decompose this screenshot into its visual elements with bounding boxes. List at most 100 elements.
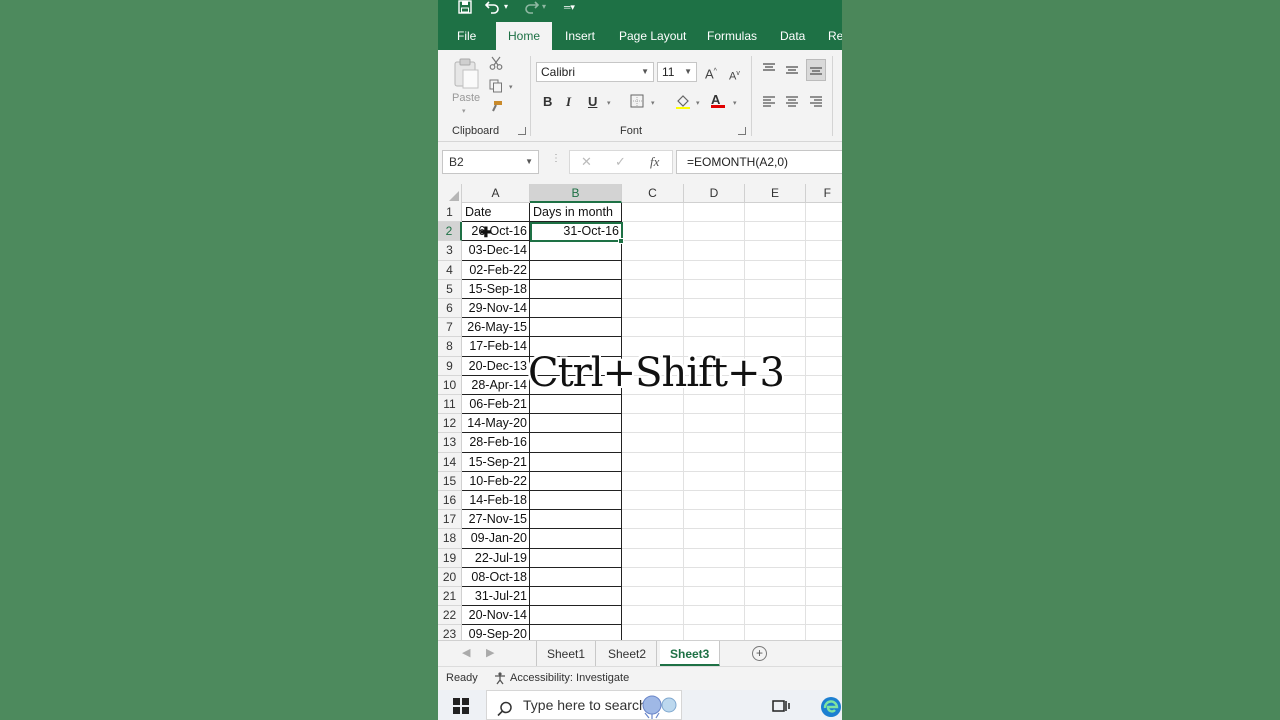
windows-start-icon[interactable] [453,698,469,719]
font-color-icon[interactable]: A [711,93,725,108]
tab-formulas[interactable]: Formulas [707,22,757,50]
empty-cell[interactable] [622,548,684,568]
cell-date[interactable]: 20-Nov-14 [462,606,530,626]
cell-days-in-month[interactable] [530,395,622,415]
cell-date[interactable]: 02-Feb-22 [462,260,530,280]
empty-cell[interactable] [684,318,745,338]
empty-cell[interactable] [622,395,684,415]
empty-cell[interactable] [806,568,842,587]
worksheet-grid[interactable]: A B C D E F 1 Date Days in month 2 26-Oct-16… [438,184,842,640]
column-header-e[interactable]: E [745,184,806,203]
empty-cell[interactable] [684,241,745,261]
empty-cell[interactable] [684,260,745,280]
align-middle-icon[interactable] [785,64,799,79]
search-highlight-icon[interactable] [639,693,679,720]
empty-cell[interactable] [622,433,684,453]
empty-cell[interactable] [745,625,806,640]
empty-cell[interactable] [684,529,745,549]
empty-cell[interactable] [745,452,806,472]
cell-days-in-month[interactable] [530,491,622,511]
empty-cell[interactable] [745,529,806,549]
column-header-d[interactable]: D [684,184,745,203]
bold-button[interactable]: B [543,94,552,109]
formula-bar-handle-icon[interactable]: ⋮ [551,153,561,164]
align-center-icon[interactable] [785,95,799,110]
taskbar-search-box[interactable]: Type here to search [486,690,682,720]
empty-cell[interactable] [622,203,684,223]
empty-cell[interactable] [806,280,842,299]
empty-cell[interactable] [806,625,842,640]
empty-cell[interactable] [745,222,806,242]
format-painter-icon[interactable] [489,100,503,117]
font-launcher-icon[interactable] [738,127,746,135]
row-header[interactable]: 16 [438,491,462,511]
empty-cell[interactable] [622,529,684,549]
edge-browser-icon[interactable] [820,696,842,720]
row-header[interactable]: 19 [438,548,462,568]
empty-cell[interactable] [806,376,842,395]
cell-days-in-month[interactable] [530,260,622,280]
empty-cell[interactable] [806,357,842,376]
align-top-icon[interactable] [762,62,776,77]
accessibility-status[interactable]: Accessibility: Investigate [510,672,629,684]
empty-cell[interactable] [684,606,745,626]
tab-insert[interactable]: Insert [565,22,595,50]
increase-font-size-icon[interactable]: A^ [705,65,717,81]
empty-cell[interactable] [806,261,842,280]
sheet-tab-sheet3[interactable]: Sheet3 [660,641,721,667]
enter-icon[interactable]: ✓ [615,154,626,170]
empty-cell[interactable] [806,606,842,626]
empty-cell[interactable] [684,625,745,640]
empty-cell[interactable] [684,510,745,530]
row-header[interactable]: 21 [438,587,462,607]
cell-date[interactable]: 08-Oct-18 [462,567,530,587]
cell-days-in-month[interactable] [530,414,622,434]
row-header[interactable]: 10 [438,375,462,395]
fill-color-icon[interactable] [675,93,691,112]
tab-page-layout[interactable]: Page Layout [619,22,686,50]
underline-button[interactable]: U [588,94,597,109]
empty-cell[interactable] [622,241,684,261]
cell-days-in-month[interactable] [530,548,622,568]
empty-cell[interactable] [622,567,684,587]
empty-cell[interactable] [745,433,806,453]
cell-date[interactable]: 09-Jan-20 [462,529,530,549]
cell-days-in-month[interactable] [530,471,622,491]
font-color-dropdown-icon[interactable]: ▾ [733,97,737,111]
empty-cell[interactable] [745,548,806,568]
empty-cell[interactable] [622,606,684,626]
empty-cell[interactable] [745,510,806,530]
sheet-tab-sheet2[interactable]: Sheet2 [598,641,658,667]
empty-cell[interactable] [684,222,745,242]
add-sheet-icon[interactable]: + [752,646,767,661]
empty-cell[interactable] [684,471,745,491]
cell-days-in-month[interactable]: 31-Oct-16 [530,222,622,242]
scroll-left-icon[interactable]: ◀ [462,646,470,659]
empty-cell[interactable] [806,549,842,568]
sheet-tab-sheet1[interactable]: Sheet1 [536,641,597,667]
row-header[interactable]: 9 [438,356,462,376]
tab-file[interactable]: File [457,22,476,50]
row-header[interactable]: 6 [438,299,462,319]
row-header[interactable]: 11 [438,395,462,415]
borders-dropdown-icon[interactable]: ▾ [651,97,655,111]
empty-cell[interactable] [745,395,806,415]
align-left-icon[interactable] [762,95,776,110]
empty-cell[interactable] [622,299,684,319]
empty-cell[interactable] [806,587,842,607]
customize-toolbar-icon[interactable]: ═▾ [564,0,575,14]
empty-cell[interactable] [745,279,806,299]
row-header[interactable]: 17 [438,510,462,530]
tab-review[interactable]: Re [828,22,842,50]
empty-cell[interactable] [622,260,684,280]
empty-cell[interactable] [684,279,745,299]
empty-cell[interactable] [622,471,684,491]
row-header[interactable]: 23 [438,625,462,640]
save-icon[interactable] [458,0,472,14]
fill-color-dropdown-icon[interactable]: ▾ [696,97,700,111]
row-header[interactable]: 3 [438,241,462,261]
row-header[interactable]: 20 [438,567,462,587]
cell-days-in-month[interactable] [530,625,622,640]
cell-days-in-month[interactable] [530,567,622,587]
cell-days-in-month[interactable] [530,529,622,549]
